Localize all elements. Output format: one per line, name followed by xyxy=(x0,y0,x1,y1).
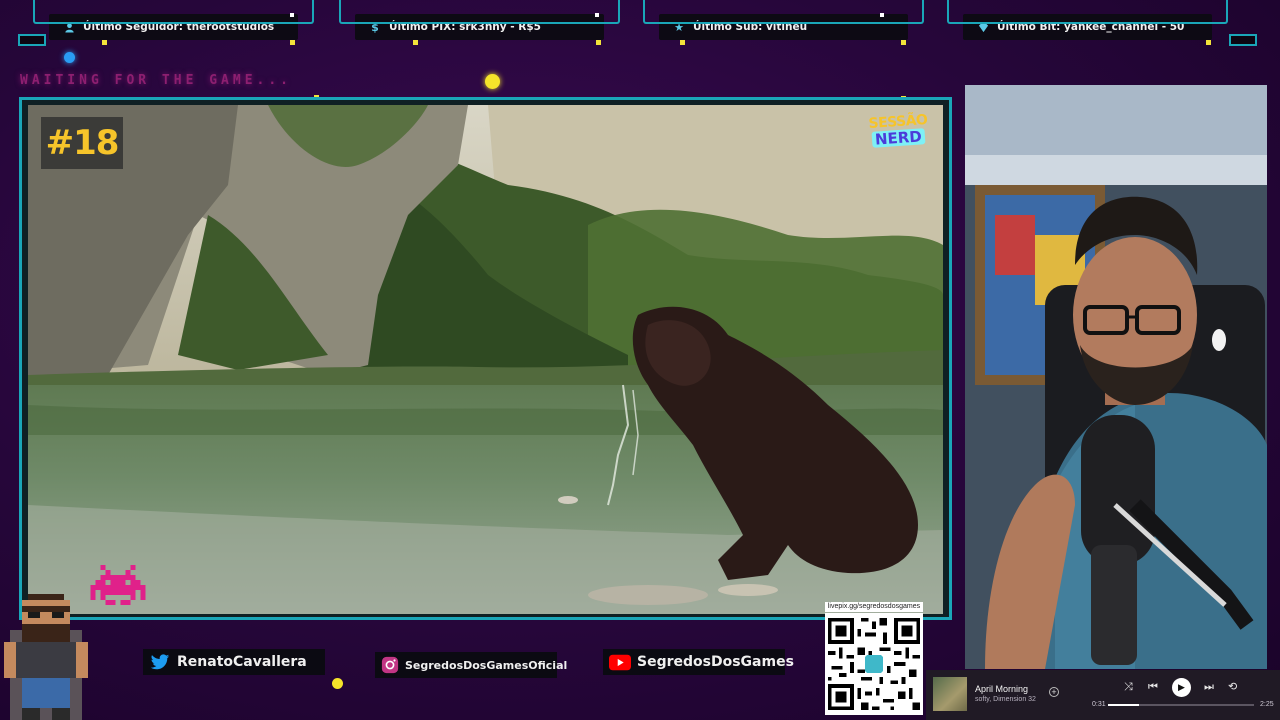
repeat-icon[interactable]: ⟲ xyxy=(1228,681,1237,693)
youtube-icon xyxy=(609,651,631,673)
decor-dot xyxy=(413,40,418,45)
last-follower-alert: Último Seguidor: therootstudios xyxy=(33,0,314,40)
elapsed-time: 0:31 xyxy=(1092,701,1106,708)
decor-dot xyxy=(102,40,107,45)
left-corner-tab xyxy=(18,34,46,46)
last-sub-text: Último Sub: vitineu xyxy=(693,21,808,33)
decor-dot xyxy=(680,40,685,45)
game-video xyxy=(28,105,943,614)
play-button[interactable]: ▶ xyxy=(1172,678,1191,697)
last-bit-text: Último Bit: yankee_channel - 50 xyxy=(997,21,1185,33)
twitter-handle: RenatoCavallera xyxy=(177,654,307,670)
qr-code-icon xyxy=(828,618,920,710)
track-title: April Morning xyxy=(975,684,1029,694)
music-player: April Morning softy, Dimension 32 + ⤨ ⏮ … xyxy=(926,670,1280,720)
shuffle-icon[interactable]: ⤨ xyxy=(1124,681,1133,693)
person-icon xyxy=(63,21,75,33)
decor-blue-orb xyxy=(64,52,75,63)
river-scene-image xyxy=(28,105,943,614)
dollar-icon: $ xyxy=(371,20,379,34)
livepix-url: livepix.gg/segredosdosgames xyxy=(825,602,923,612)
previous-track-icon[interactable]: ⏮ xyxy=(1148,681,1158,693)
last-pix-text: Último PIX: srk3nny - R$5 xyxy=(389,21,541,33)
right-corner-tab xyxy=(1229,34,1257,46)
streamer-webcam-image xyxy=(965,85,1267,669)
diamond-icon xyxy=(977,21,989,33)
twitter-icon xyxy=(149,651,171,673)
track-duration: 2:25 xyxy=(1260,701,1274,708)
play-icon: ▶ xyxy=(1178,682,1185,692)
decor-dot xyxy=(596,40,601,45)
progress-fill xyxy=(1108,704,1139,706)
pixel-streamer-avatar xyxy=(4,594,88,720)
last-bit-alert: Último Bit: yankee_channel - 50 xyxy=(947,0,1228,40)
space-invader-icon xyxy=(90,565,146,605)
star-icon: ★ xyxy=(674,20,684,34)
sessao-nerd-logo: SESSÃO NERD xyxy=(862,112,934,150)
decor-dot xyxy=(290,13,294,17)
brand-line-2: NERD xyxy=(871,127,925,149)
progress-bar[interactable] xyxy=(1108,704,1254,706)
decor-dot xyxy=(1206,40,1211,45)
waiting-for-game-text: WAITING FOR THE GAME... xyxy=(20,73,293,88)
track-artist: softy, Dimension 32 xyxy=(975,696,1036,703)
album-art xyxy=(933,677,967,711)
last-sub-alert: ★ Último Sub: vitineu xyxy=(643,0,924,40)
youtube-link[interactable]: SegredosDosGames xyxy=(603,649,794,675)
decor-dot xyxy=(595,13,599,17)
decor-dot xyxy=(290,40,295,45)
last-pix-alert: $ Último PIX: srk3nny - R$5 xyxy=(339,0,620,40)
youtube-handle: SegredosDosGames xyxy=(637,654,794,670)
decor-yellow-orb xyxy=(332,678,343,689)
decor-yellow-orb xyxy=(485,74,500,89)
instagram-link[interactable]: SegredosDosGamesOficial xyxy=(375,652,567,678)
instagram-handle: SegredosDosGamesOficial xyxy=(405,658,568,672)
next-track-icon[interactable]: ⏭ xyxy=(1204,681,1214,693)
add-to-library-icon[interactable]: + xyxy=(1049,687,1059,697)
webcam-feed xyxy=(965,85,1267,669)
twitter-link[interactable]: RenatoCavallera xyxy=(143,649,325,675)
episode-badge: #18 xyxy=(41,117,123,169)
livepix-qr-code[interactable] xyxy=(825,613,923,715)
last-follower-text: Último Seguidor: therootstudios xyxy=(83,21,275,33)
decor-dot xyxy=(880,13,884,17)
decor-dot xyxy=(901,40,906,45)
instagram-icon xyxy=(381,654,399,676)
